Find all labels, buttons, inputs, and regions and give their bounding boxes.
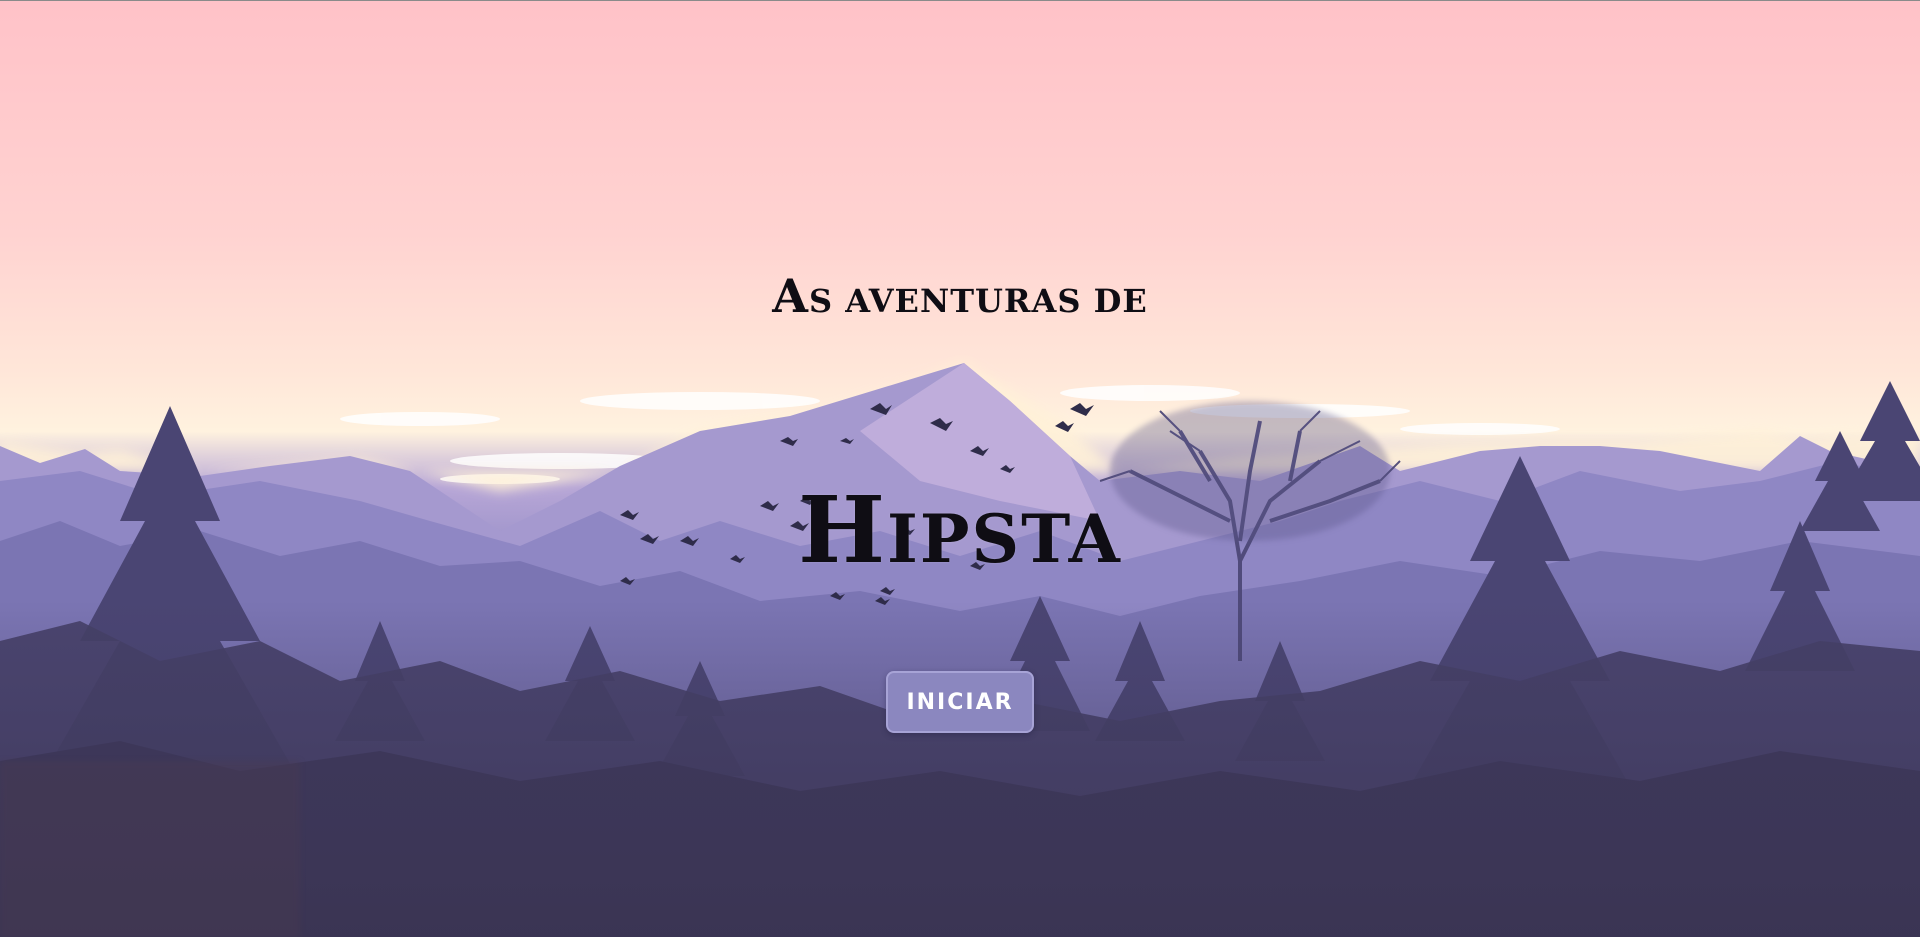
subtitle-initial: A <box>772 269 809 323</box>
subtitle-text: S AVENTURAS DE <box>808 282 1148 320</box>
landscape-illustration <box>0 363 1920 937</box>
start-screen: AS AVENTURAS DE HIPSTA INICIAR <box>0 0 1920 937</box>
start-button[interactable]: INICIAR <box>886 671 1034 733</box>
game-title: HIPSTA <box>0 476 1920 584</box>
game-subtitle: AS AVENTURAS DE <box>0 269 1920 323</box>
title-initial: H <box>798 476 888 584</box>
title-text: IPSTA <box>887 500 1122 578</box>
start-button-label: INICIAR <box>906 689 1014 715</box>
